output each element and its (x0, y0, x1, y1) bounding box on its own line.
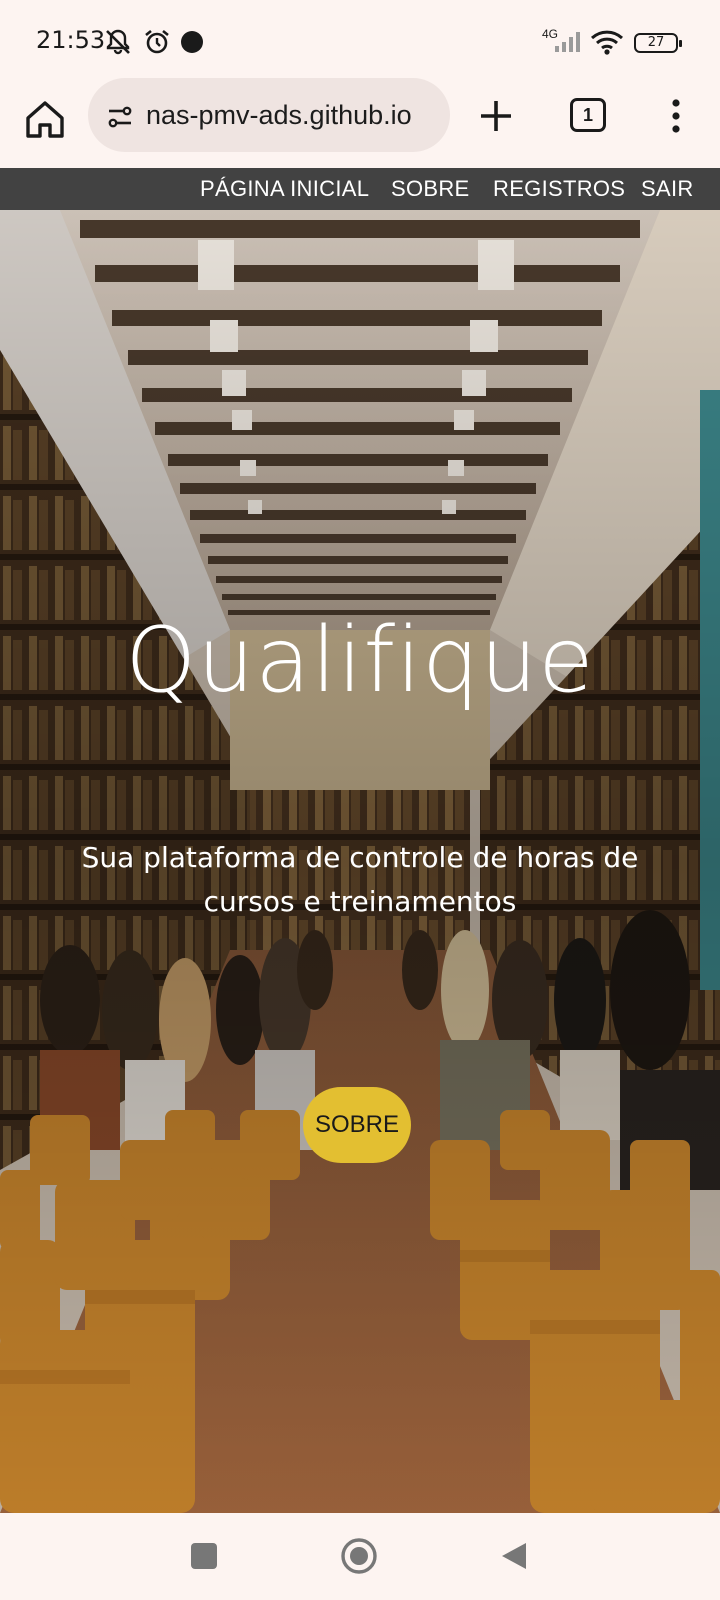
back-icon[interactable] (500, 1541, 528, 1571)
nav-sobre[interactable]: SOBRE (391, 176, 470, 202)
nav-registros[interactable]: REGISTROS (493, 176, 625, 202)
signal-icon (555, 32, 580, 52)
plus-icon[interactable] (476, 96, 516, 136)
alarm-icon (145, 29, 169, 54)
site-settings-icon[interactable] (106, 103, 134, 131)
android-navigation-bar (0, 1513, 720, 1600)
hero-subtitle: Sua plataforma de controle de horas de c… (81, 841, 639, 918)
battery-icon: 27 (634, 33, 682, 53)
home-circle-icon[interactable] (340, 1537, 378, 1575)
wifi-icon (590, 30, 624, 55)
url-text[interactable]: nas-pmv-ads.github.io (146, 100, 412, 131)
recents-icon[interactable] (190, 1542, 218, 1570)
nav-sair[interactable]: SAIR (641, 176, 694, 202)
nav-pagina-inicial[interactable]: PÁGINA INICIAL (200, 176, 369, 202)
notifications-off-icon (106, 29, 130, 55)
sobre-button[interactable]: SOBRE (303, 1087, 411, 1163)
address-bar[interactable]: nas-pmv-ads.github.io (88, 78, 450, 152)
hero-title: Qualifique (125, 608, 595, 713)
home-icon[interactable] (22, 96, 68, 142)
more-vert-icon[interactable] (664, 96, 688, 136)
browser-toolbar: nas-pmv-ads.github.io 1 (0, 78, 720, 168)
status-time: 21:53 (36, 26, 106, 54)
hero-section: Qualifique Sua plataforma de controle de… (0, 210, 720, 1513)
tab-count: 1 (582, 105, 593, 125)
battery-level: 27 (647, 35, 665, 50)
status-bar: 21:53 4G 27 (0, 0, 720, 80)
dot-icon (181, 31, 203, 53)
site-nav: PÁGINA INICIAL SOBRE REGISTROS SAIR (0, 168, 720, 210)
tabs-icon[interactable]: 1 (570, 98, 606, 132)
